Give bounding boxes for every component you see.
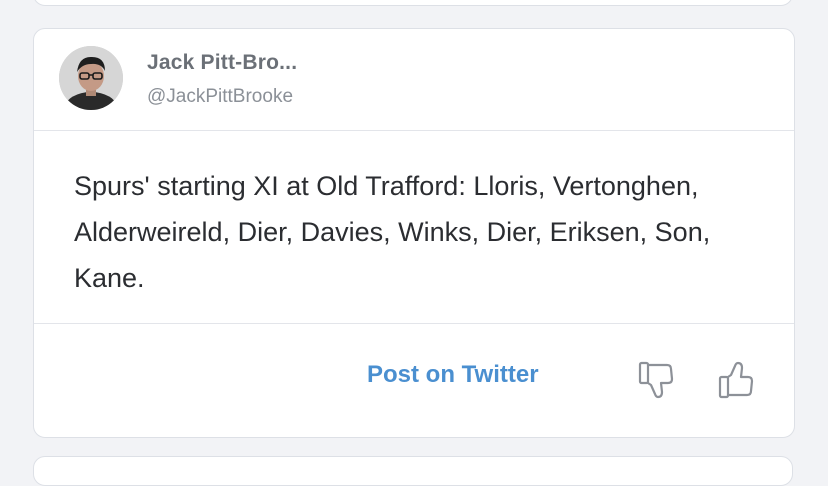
thumbs-up-icon[interactable] bbox=[716, 358, 760, 402]
avatar-photo bbox=[59, 46, 123, 110]
avatar bbox=[59, 46, 123, 110]
previous-card bbox=[33, 0, 793, 6]
tweet-text: Spurs' starting XI at Old Trafford: Llor… bbox=[74, 171, 711, 293]
tweet-header: Jack Pitt-Bro... @JackPittBrooke bbox=[34, 29, 794, 131]
author-name: Jack Pitt-Bro... bbox=[147, 51, 298, 74]
tweet-footer: Post on Twitter bbox=[34, 324, 794, 437]
author-handle: @JackPittBrooke bbox=[147, 86, 294, 107]
post-on-twitter-link[interactable]: Post on Twitter bbox=[367, 361, 539, 389]
thumbs-down-icon[interactable] bbox=[636, 358, 680, 402]
tweet-card: Jack Pitt-Bro... @JackPittBrooke Spurs' … bbox=[33, 28, 795, 438]
next-card bbox=[33, 456, 793, 486]
tweet-body: Spurs' starting XI at Old Trafford: Llor… bbox=[34, 131, 794, 324]
